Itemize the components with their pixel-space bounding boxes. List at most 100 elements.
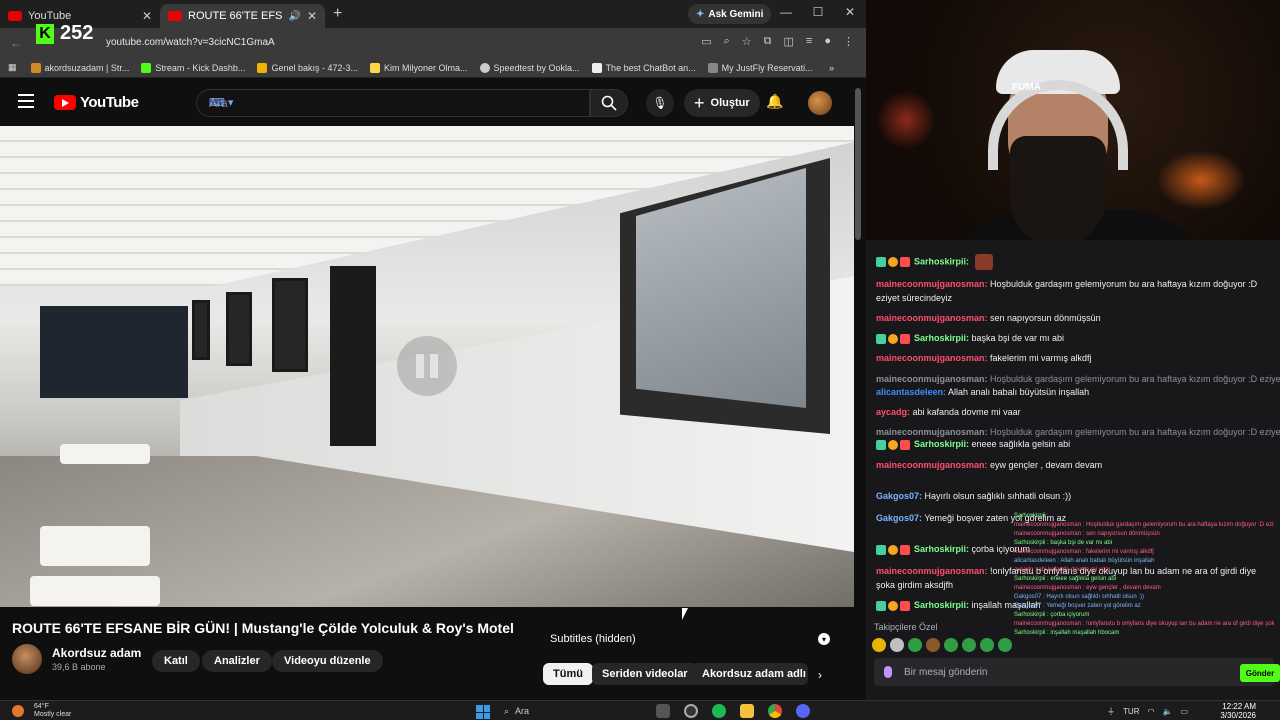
- windows-start-icon[interactable]: [476, 705, 490, 719]
- close-tab-icon[interactable]: ✕: [307, 9, 317, 23]
- edit-video-button[interactable]: Videoyu düzenle: [272, 650, 383, 672]
- notifications-bell-icon[interactable]: 🔔: [766, 93, 783, 110]
- battery-icon[interactable]: ▭: [1180, 707, 1188, 716]
- chip-series-videos[interactable]: Seriden videolar: [592, 663, 698, 685]
- speaker-icon[interactable]: 🔊: [288, 11, 300, 22]
- close-window-icon[interactable]: ✕: [834, 5, 866, 19]
- chat-message: Sarhoskirpii: çorba içiyorum: [876, 543, 1030, 555]
- bookmark-item[interactable]: Speedtest by Ookla...: [479, 62, 580, 73]
- pause-icon: [430, 354, 438, 378]
- weather-icon[interactable]: [12, 705, 24, 717]
- create-button[interactable]: + Oluştur: [684, 89, 760, 117]
- close-tab-icon[interactable]: ✕: [142, 9, 152, 23]
- pause-button[interactable]: [397, 336, 457, 396]
- bookmark-item[interactable]: Genel bakış - 472-3...: [257, 62, 358, 73]
- chat-username[interactable]: mainecoonmujganosman:: [876, 374, 988, 384]
- discord-icon[interactable]: [796, 704, 810, 718]
- microphone-icon[interactable]: [884, 666, 892, 678]
- volume-icon[interactable]: 🔈: [1162, 707, 1172, 716]
- chat-username[interactable]: mainecoonmujganosman:: [876, 353, 988, 363]
- subtitles-panel[interactable]: Subtitles (hidden) ▾: [540, 626, 840, 652]
- profile-icon[interactable]: ●: [824, 35, 831, 48]
- voice-search-button[interactable]: 🎙: [646, 89, 674, 117]
- channel-avatar[interactable]: [12, 644, 42, 674]
- apps-grid-icon[interactable]: ▦: [8, 62, 17, 73]
- language-indicator[interactable]: TUR: [1123, 707, 1139, 716]
- analytics-button[interactable]: Analizler: [202, 650, 272, 672]
- emote-icon[interactable]: [944, 638, 958, 652]
- bookmark-item[interactable]: Kim Milyoner Olma...: [369, 62, 468, 73]
- ask-gemini-button[interactable]: ✦ Ask Gemini: [688, 4, 772, 24]
- emote-icon[interactable]: [998, 638, 1012, 652]
- search-input[interactable]: Ara ⌨ ▾: [196, 89, 590, 117]
- channel-name[interactable]: Akordsuz adam: [52, 646, 141, 660]
- chat-username[interactable]: aycadg:: [876, 407, 910, 417]
- send-button[interactable]: Gönder: [1240, 664, 1280, 682]
- video-player[interactable]: [0, 126, 854, 607]
- page-scrollbar[interactable]: [855, 88, 861, 240]
- chat-username[interactable]: Sarhoskirpii:: [914, 333, 969, 343]
- youtube-logo[interactable]: YouTube: [54, 94, 139, 111]
- file-explorer-icon[interactable]: [740, 704, 754, 718]
- chat-username[interactable]: Gakgos07:: [876, 491, 922, 501]
- chat-username[interactable]: mainecoonmujganosman:: [876, 427, 988, 437]
- tab-video[interactable]: ROUTE 66'TE EFSANE BİR G 🔊 ✕: [160, 4, 325, 28]
- usb-icon[interactable]: ⏚: [1107, 706, 1115, 717]
- chat-username[interactable]: mainecoonmujganosman:: [876, 279, 988, 289]
- chat-username[interactable]: Sarhoskirpii:: [914, 439, 969, 449]
- media-controls-icon[interactable]: ≡: [806, 35, 812, 48]
- bookmark-item[interactable]: Stream - Kick Dashb...: [141, 62, 245, 73]
- extensions-icon[interactable]: ⧉: [764, 35, 772, 48]
- more-bookmarks-icon[interactable]: »: [829, 63, 834, 73]
- chat-username[interactable]: alicantasdeleen:: [876, 387, 946, 397]
- bookmark-item[interactable]: The best ChatBot an...: [591, 62, 696, 73]
- chip-channel-videos[interactable]: Akordsuz adam adlı y: [692, 663, 808, 685]
- obs-icon[interactable]: [684, 704, 698, 718]
- chat-input[interactable]: Bir mesaj gönderin: [874, 658, 1274, 686]
- new-tab-button[interactable]: +: [333, 5, 342, 23]
- emote-icon[interactable]: [908, 638, 922, 652]
- bookmark-item[interactable]: My JustFly Reservati...: [707, 62, 813, 73]
- bookmark-item[interactable]: akordsuzadam | Str...: [30, 62, 129, 73]
- zoom-icon[interactable]: ⌕: [724, 35, 730, 48]
- chrome-icon[interactable]: [768, 704, 782, 718]
- emote-icon[interactable]: [980, 638, 994, 652]
- chat-username[interactable]: Sarhoskirpii:: [914, 544, 969, 554]
- bookmark-star-icon[interactable]: ☆: [742, 35, 752, 48]
- search-button[interactable]: [590, 89, 628, 117]
- emote-icon[interactable]: [890, 638, 904, 652]
- clock[interactable]: 12:22 AM 3/30/2026: [1220, 702, 1256, 720]
- chat-username[interactable]: Gakgos07:: [876, 513, 922, 523]
- chevron-right-icon[interactable]: ›: [818, 668, 822, 682]
- chat-username[interactable]: Sarhoskirpii:: [914, 256, 969, 266]
- menu-icon[interactable]: ⋮: [843, 35, 854, 48]
- keyboard-icon[interactable]: ⌨ ▾: [209, 96, 577, 109]
- cast-icon[interactable]: ▭: [701, 35, 711, 48]
- emote-icon[interactable]: [926, 638, 940, 652]
- back-arrow-icon[interactable]: ←: [10, 36, 22, 50]
- url-field[interactable]: youtube.com/watch?v=3cicNC1GmaA: [106, 37, 275, 48]
- user-badge-icon: [888, 600, 898, 611]
- chip-all[interactable]: Tümü: [543, 663, 593, 685]
- streamer: [948, 40, 1208, 240]
- minimize-icon[interactable]: —: [770, 5, 802, 19]
- chat-username[interactable]: mainecoonmujganosman:: [876, 460, 988, 470]
- join-button[interactable]: Katıl: [152, 650, 200, 672]
- account-avatar[interactable]: [808, 91, 832, 115]
- task-view-icon[interactable]: [656, 704, 670, 718]
- emote-icon[interactable]: [872, 638, 886, 652]
- hamburger-menu-icon[interactable]: [18, 94, 34, 112]
- webcam-feed: FUMA: [866, 0, 1280, 240]
- chat-username[interactable]: Sarhoskirpii:: [914, 600, 969, 610]
- taskbar-search[interactable]: ⌕ Ara: [504, 704, 624, 718]
- split-view-icon[interactable]: ◫: [784, 35, 794, 48]
- youtube-logo-text: YouTube: [80, 94, 139, 111]
- spotify-icon[interactable]: [712, 704, 726, 718]
- maximize-icon[interactable]: ☐: [802, 5, 834, 19]
- chevron-down-icon[interactable]: ▾: [818, 633, 830, 645]
- weather-widget[interactable]: 64°F Mostly clear: [34, 703, 71, 719]
- chat-username[interactable]: mainecoonmujganosman:: [876, 566, 988, 576]
- emote-icon[interactable]: [962, 638, 976, 652]
- chat-username[interactable]: mainecoonmujganosman:: [876, 313, 988, 323]
- wifi-icon[interactable]: ◠: [1147, 707, 1154, 716]
